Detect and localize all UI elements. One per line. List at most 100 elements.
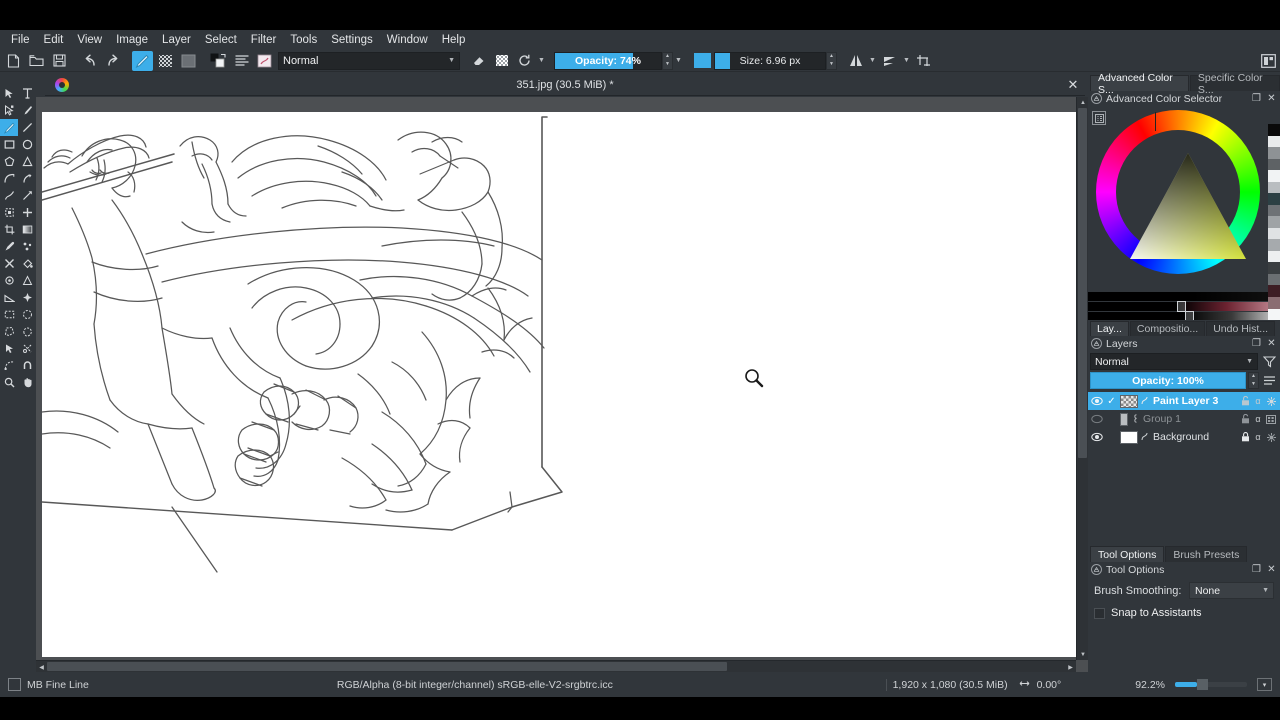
- wrap-around-icon[interactable]: [913, 51, 934, 71]
- new-document-icon[interactable]: [3, 51, 24, 71]
- similar-color-select-tool-icon[interactable]: [18, 340, 36, 357]
- select-shapes-tool-icon[interactable]: [0, 85, 18, 102]
- eraser-mode-icon[interactable]: [155, 51, 176, 71]
- menu-image[interactable]: Image: [109, 30, 155, 50]
- edit-shapes-tool-icon[interactable]: [0, 102, 18, 119]
- polygonal-select-tool-icon[interactable]: [0, 323, 18, 340]
- chevron-down-icon[interactable]: ▼: [867, 51, 878, 71]
- gradient-tool-icon[interactable]: [18, 221, 36, 238]
- menu-tools[interactable]: Tools: [283, 30, 324, 50]
- elliptical-select-tool-icon[interactable]: [18, 306, 36, 323]
- color-history-strip[interactable]: [1268, 124, 1280, 321]
- status-rotation[interactable]: 0.00°: [1018, 679, 1061, 691]
- chevron-down-icon[interactable]: ▼: [536, 51, 547, 71]
- alpha-lock-label[interactable]: α: [1253, 396, 1263, 406]
- float-docker-icon[interactable]: ❐: [1251, 93, 1262, 104]
- tab-specific-color-selector[interactable]: Specific Color S...: [1189, 72, 1280, 96]
- text-tool-icon[interactable]: [18, 85, 36, 102]
- assistant-tool-icon[interactable]: [18, 289, 36, 306]
- reload-preset-icon[interactable]: [178, 51, 199, 71]
- brush-size-swatch[interactable]: [692, 51, 713, 71]
- color-slider-2[interactable]: [1088, 301, 1280, 312]
- layer-visibility-icon[interactable]: [1090, 414, 1103, 424]
- menu-layer[interactable]: Layer: [155, 30, 198, 50]
- multibrush-tool-icon[interactable]: [18, 187, 36, 204]
- close-docker-icon[interactable]: ✕: [1266, 564, 1277, 575]
- menu-edit[interactable]: Edit: [37, 30, 71, 50]
- transform-tool-icon[interactable]: [0, 204, 18, 221]
- menu-file[interactable]: File: [4, 30, 37, 50]
- alpha-lock-label[interactable]: α: [1253, 432, 1263, 442]
- layer-menu-icon[interactable]: [1261, 372, 1278, 389]
- layer-visibility-icon[interactable]: [1090, 396, 1103, 406]
- enclose-fill-tool-icon[interactable]: [0, 272, 18, 289]
- foreground-background-color-icon[interactable]: [208, 51, 229, 71]
- menu-window[interactable]: Window: [380, 30, 435, 50]
- patterns-icon[interactable]: [254, 51, 275, 71]
- zoom-slider[interactable]: [1175, 679, 1247, 690]
- dynamic-brush-tool-icon[interactable]: [0, 187, 18, 204]
- freehand-select-tool-icon[interactable]: [18, 323, 36, 340]
- zoom-slider-handle[interactable]: [1197, 679, 1208, 690]
- alpha-lock-label[interactable]: α: [1253, 414, 1263, 424]
- color-slider-1[interactable]: [1088, 292, 1280, 301]
- float-docker-icon[interactable]: ❐: [1251, 338, 1262, 349]
- layer-opacity-spinner[interactable]: ▲ ▼: [1248, 372, 1259, 389]
- ellipse-tool-icon[interactable]: [18, 136, 36, 153]
- brush-size-slider[interactable]: Size: 6.96 px: [714, 51, 826, 70]
- layer-visibility-icon[interactable]: [1090, 432, 1103, 442]
- alpha-lock-icon[interactable]: [491, 51, 512, 71]
- colorize-mask-tool-icon[interactable]: [18, 238, 36, 255]
- freehand-brush-tool-icon[interactable]: [0, 119, 18, 136]
- close-docker-icon[interactable]: ✕: [1266, 338, 1277, 349]
- rectangle-tool-icon[interactable]: [0, 136, 18, 153]
- preserve-alpha-icon[interactable]: [132, 50, 153, 71]
- tab-advanced-color-selector[interactable]: Advanced Color S...: [1090, 72, 1189, 96]
- crop-tool-icon[interactable]: [0, 221, 18, 238]
- mirror-horizontal-icon[interactable]: [845, 51, 866, 71]
- opacity-spinner[interactable]: ▲ ▼: [662, 51, 673, 70]
- redo-icon[interactable]: [102, 51, 123, 71]
- table-row[interactable]: Background α: [1088, 428, 1280, 446]
- float-docker-icon[interactable]: ❐: [1251, 564, 1262, 575]
- reset-rotation-icon[interactable]: [514, 51, 535, 71]
- brush-smoothing-select[interactable]: None ▼: [1189, 582, 1274, 599]
- polyline-tool-icon[interactable]: [18, 153, 36, 170]
- zoom-tool-icon[interactable]: [0, 374, 18, 391]
- menu-filter[interactable]: Filter: [244, 30, 284, 50]
- tab-brush-presets[interactable]: Brush Presets: [1165, 546, 1248, 562]
- table-row[interactable]: ✓ Paint Layer 3 α: [1088, 392, 1280, 410]
- polygon-tool-icon[interactable]: [0, 153, 18, 170]
- measure-tool-icon[interactable]: [0, 289, 18, 306]
- line-tool-icon[interactable]: [18, 119, 36, 136]
- magnetic-select-tool-icon[interactable]: [18, 357, 36, 374]
- chevron-down-icon[interactable]: ▼: [673, 51, 684, 71]
- chevron-down-icon[interactable]: ▼: [901, 51, 912, 71]
- calligraphy-tool-icon[interactable]: [18, 102, 36, 119]
- save-document-icon[interactable]: [49, 51, 70, 71]
- canvas-horizontal-scrollbar[interactable]: ◀ ▶: [36, 660, 1076, 672]
- tab-compositions[interactable]: Compositio...: [1129, 321, 1206, 336]
- gradient-edit-tool-icon[interactable]: [18, 272, 36, 289]
- gradients-icon[interactable]: [231, 51, 252, 71]
- lock-open-icon[interactable]: [1240, 414, 1250, 424]
- move-tool-icon[interactable]: [18, 204, 36, 221]
- layer-blending-mode-select[interactable]: Normal ▼: [1090, 353, 1258, 370]
- freehand-path-tool-icon[interactable]: [18, 170, 36, 187]
- smart-patch-tool-icon[interactable]: [0, 255, 18, 272]
- show-dockers-icon[interactable]: [1258, 51, 1279, 71]
- brush-preset-icon[interactable]: [8, 678, 21, 691]
- canvas-area[interactable]: ▲ ▼ ◀ ▶: [36, 97, 1088, 672]
- inherit-alpha-icon[interactable]: [1266, 432, 1276, 442]
- status-zoom[interactable]: 92.2% ▾: [1135, 678, 1280, 691]
- canvas-vertical-scrollbar[interactable]: ▲ ▼: [1076, 97, 1088, 660]
- pan-tool-icon[interactable]: [18, 374, 36, 391]
- snap-to-assistants-row[interactable]: Snap to Assistants: [1088, 599, 1280, 619]
- color-picker-tool-icon[interactable]: [0, 238, 18, 255]
- layer-checkbox[interactable]: ✓: [1106, 396, 1117, 407]
- bezier-curve-tool-icon[interactable]: [0, 170, 18, 187]
- close-docker-icon[interactable]: ✕: [1266, 93, 1277, 104]
- zoom-fit-icon[interactable]: ▾: [1257, 678, 1272, 691]
- advanced-color-selector-body[interactable]: [1088, 106, 1280, 332]
- lock-closed-icon[interactable]: [1240, 432, 1250, 442]
